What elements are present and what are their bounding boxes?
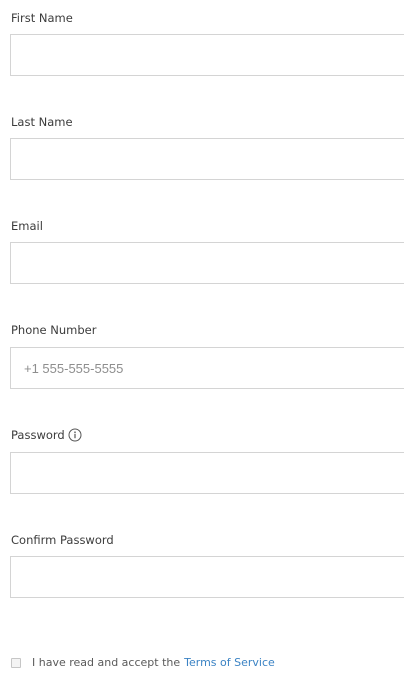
confirm-password-label: Confirm Password	[11, 533, 114, 547]
email-label: Email	[11, 219, 43, 233]
confirm-password-input[interactable]	[10, 556, 404, 598]
last-name-input[interactable]	[10, 138, 404, 180]
last-name-label: Last Name	[11, 115, 73, 129]
password-label-group: Password	[11, 428, 82, 445]
terms-of-service-link[interactable]: Terms of Service	[184, 656, 275, 669]
phone-number-input[interactable]	[10, 347, 404, 389]
terms-row: I have read and accept the Terms of Serv…	[11, 656, 275, 669]
phone-number-label: Phone Number	[11, 323, 97, 337]
first-name-input[interactable]	[10, 34, 404, 76]
info-icon[interactable]	[68, 428, 82, 445]
password-input[interactable]	[10, 452, 404, 494]
terms-checkbox[interactable]	[11, 657, 21, 668]
terms-text: I have read and accept the	[32, 656, 181, 669]
email-input[interactable]	[10, 242, 404, 284]
first-name-label: First Name	[11, 11, 73, 25]
password-label: Password	[11, 428, 65, 442]
